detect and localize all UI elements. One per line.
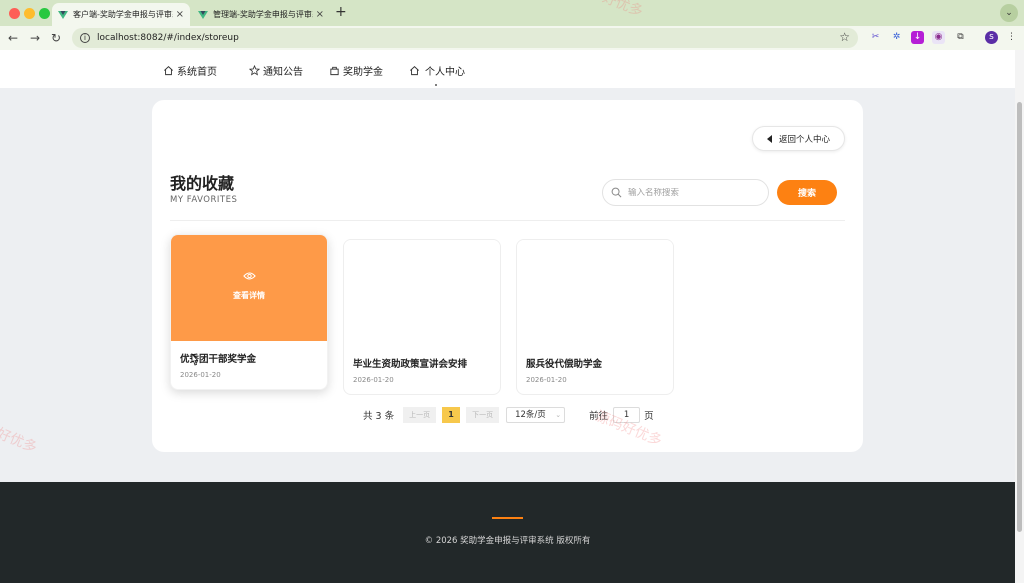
back-to-personal-center-button[interactable]: 返回个人中心 bbox=[752, 126, 845, 151]
avatar[interactable]: s bbox=[985, 31, 998, 44]
nav-label: 个人中心 bbox=[425, 67, 465, 78]
eye-icon bbox=[242, 272, 256, 280]
favorite-card[interactable]: 毕业生资助政策宣讲会安排 2026-01-20 bbox=[343, 239, 501, 395]
reload-icon[interactable]: ↻ bbox=[51, 30, 61, 46]
browser-tab-client[interactable]: 客户端-奖助学金申报与评审系统 × bbox=[52, 3, 190, 26]
favorite-card[interactable]: 查看详情 优秀团干部奖学金 2026-01-20 bbox=[170, 234, 328, 390]
favorites-panel: 返回个人中心 我的收藏 MY FAVORITES 搜索 查看详情 优秀团干部奖学… bbox=[152, 100, 863, 452]
bag-icon bbox=[330, 66, 339, 76]
scissors-extension-icon[interactable]: ✂ bbox=[869, 31, 882, 44]
vue-logo-icon bbox=[58, 10, 68, 19]
caret-left-icon bbox=[766, 134, 772, 143]
card-thumbnail[interactable] bbox=[517, 240, 673, 346]
prev-page-button[interactable]: 上一页 bbox=[403, 406, 437, 423]
nav-label: 通知公告 bbox=[263, 67, 303, 78]
home-icon bbox=[410, 66, 419, 76]
page-size-select[interactable]: 12条/页 ⌄ bbox=[506, 406, 566, 423]
view-detail-overlay[interactable]: 查看详情 bbox=[171, 271, 327, 301]
page-scrollbar[interactable] bbox=[1015, 50, 1024, 583]
close-window-button[interactable] bbox=[9, 8, 20, 19]
nav-label: 奖助学金 bbox=[343, 67, 383, 78]
active-indicator bbox=[435, 84, 437, 86]
scrollbar-thumb[interactable] bbox=[1017, 102, 1022, 532]
star-icon bbox=[249, 65, 260, 76]
footer: © 2026 奖助学金申报与评审系统 版权所有 bbox=[0, 482, 1015, 583]
forward-arrow-icon[interactable]: → bbox=[30, 30, 40, 46]
card-title[interactable]: 毕业生资助政策宣讲会安排 bbox=[353, 356, 467, 370]
more-menu-icon[interactable]: ⋮ bbox=[1005, 31, 1018, 44]
search-icon bbox=[611, 187, 622, 198]
mouse-pointer-icon bbox=[191, 353, 199, 366]
card-thumbnail[interactable]: 查看详情 bbox=[171, 235, 327, 341]
top-navigation: 系统首页 通知公告 奖助学金 个人中心 bbox=[0, 50, 1015, 88]
url-text[interactable]: localhost:8082/#/index/storeup bbox=[97, 33, 239, 43]
card-date: 2026-01-20 bbox=[526, 376, 567, 384]
page-subtitle: MY FAVORITES bbox=[170, 195, 238, 205]
pagination-total: 共 3 条 bbox=[363, 410, 395, 422]
page-number-current[interactable]: 1 bbox=[442, 406, 461, 423]
address-bar[interactable]: i localhost:8082/#/index/storeup ☆ bbox=[72, 28, 858, 48]
watermark: 好优多 bbox=[0, 425, 40, 457]
card-title[interactable]: 服兵役代偿助学金 bbox=[526, 356, 602, 370]
nav-item-notices[interactable]: 通知公告 bbox=[249, 63, 303, 78]
page-title: 我的收藏 bbox=[170, 174, 235, 193]
vue-logo-icon bbox=[198, 10, 208, 19]
search-input[interactable] bbox=[628, 187, 758, 198]
new-tab-button[interactable]: + bbox=[335, 4, 347, 20]
close-tab-icon[interactable]: × bbox=[176, 9, 184, 20]
page-size-value: 12条/页 bbox=[515, 409, 546, 420]
maximize-window-button[interactable] bbox=[39, 8, 50, 19]
view-detail-label: 查看详情 bbox=[233, 291, 265, 300]
bookmark-star-icon[interactable]: ☆ bbox=[839, 30, 850, 44]
browser-tab-admin[interactable]: 管理端-奖助学金申报与评审系统 × bbox=[192, 3, 330, 26]
browser-toolbar: ← → ↻ i localhost:8082/#/index/storeup ☆… bbox=[0, 26, 1024, 50]
minimize-window-button[interactable] bbox=[24, 8, 35, 19]
profile-extension-icon[interactable]: ◉ bbox=[932, 31, 945, 44]
page-viewport: 系统首页 通知公告 奖助学金 个人中心 返回个人中心 我的收藏 MY FAVOR… bbox=[0, 50, 1015, 583]
card-date: 2026-01-20 bbox=[180, 371, 221, 379]
chevron-down-icon: ⌄ bbox=[555, 410, 562, 419]
download-extension-icon[interactable]: ↓ bbox=[911, 31, 924, 44]
favorite-card[interactable]: 服兵役代偿助学金 2026-01-20 bbox=[516, 239, 674, 395]
nav-item-personal-center[interactable]: 个人中心 bbox=[409, 63, 465, 78]
close-tab-icon[interactable]: × bbox=[316, 9, 324, 20]
back-arrow-icon[interactable]: ← bbox=[8, 30, 18, 46]
card-date: 2026-01-20 bbox=[353, 376, 394, 384]
card-thumbnail[interactable] bbox=[344, 240, 500, 346]
next-page-button[interactable]: 下一页 bbox=[466, 406, 500, 423]
search-field[interactable] bbox=[602, 179, 769, 206]
tab-title: 客户端-奖助学金申报与评审系统 bbox=[73, 10, 173, 19]
nav-item-scholarships[interactable]: 奖助学金 bbox=[329, 63, 383, 78]
puzzle-icon[interactable]: ⧉ bbox=[954, 31, 967, 44]
site-info-icon[interactable]: i bbox=[80, 33, 90, 43]
footer-copyright: © 2026 奖助学金申报与评审系统 版权所有 bbox=[424, 536, 591, 546]
chevron-down-icon[interactable]: ⌄ bbox=[1000, 4, 1018, 22]
nav-label: 系统首页 bbox=[177, 67, 217, 78]
home-icon bbox=[164, 66, 173, 76]
back-button-label: 返回个人中心 bbox=[778, 134, 830, 145]
divider bbox=[170, 220, 845, 221]
tab-title: 管理端-奖助学金申报与评审系统 bbox=[213, 10, 313, 19]
nav-item-home[interactable]: 系统首页 bbox=[163, 63, 217, 78]
search-button[interactable]: 搜索 bbox=[777, 180, 837, 205]
tool-extension-icon[interactable]: ✲ bbox=[890, 31, 903, 44]
page-unit-label: 页 bbox=[644, 410, 654, 422]
browser-tab-strip: 客户端-奖助学金申报与评审系统 × 管理端-奖助学金申报与评审系统 × + ⌄ bbox=[0, 0, 1024, 26]
footer-accent-line bbox=[492, 517, 523, 519]
